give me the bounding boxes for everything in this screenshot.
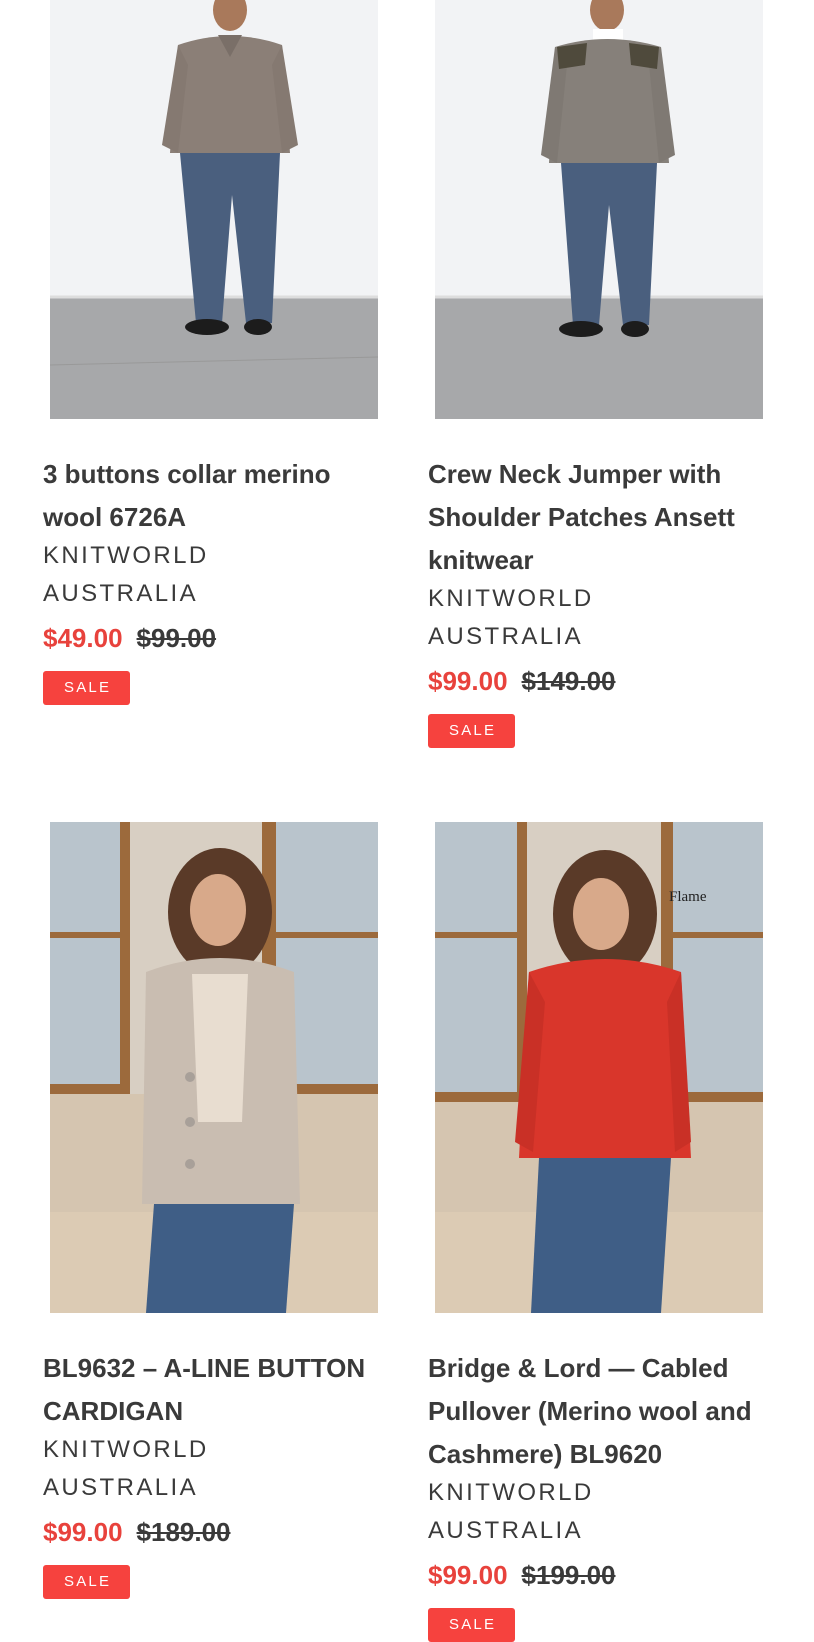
- product-vendor: KNITWORLD AUSTRALIA: [43, 1436, 209, 1501]
- sale-badge: SALE: [43, 671, 131, 705]
- product-card[interactable]: 3 buttons collar merino wool 6726A KNITW…: [43, 0, 383, 705]
- product-title[interactable]: BL9632 – A-LINE BUTTON CARDIGAN: [43, 1347, 383, 1433]
- product-image[interactable]: Flame: [435, 822, 763, 1313]
- sale-badge: SALE: [428, 1608, 516, 1642]
- regular-price: $149.00: [521, 666, 616, 696]
- regular-price: $199.00: [521, 1560, 616, 1590]
- product-image[interactable]: [435, 0, 763, 419]
- product-image[interactable]: [50, 0, 378, 419]
- sale-price: $49.00: [43, 623, 123, 653]
- regular-price: $189.00: [136, 1517, 231, 1547]
- sale-badge: SALE: [43, 1565, 131, 1599]
- sale-price: $99.00: [428, 666, 508, 696]
- product-card[interactable]: Flame Bridge & Lord — Cabled Pullover (M…: [428, 822, 768, 1642]
- regular-price: $99.00: [136, 623, 217, 653]
- product-vendor: KNITWORLD AUSTRALIA: [43, 542, 209, 607]
- product-vendor: KNITWORLD AUSTRALIA: [428, 1479, 594, 1544]
- sale-price: $99.00: [43, 1517, 123, 1547]
- product-prices: $99.00 $199.00: [428, 1560, 768, 1591]
- product-prices: $99.00 $189.00: [43, 1517, 383, 1548]
- product-prices: $49.00 $99.00: [43, 623, 383, 654]
- image-caption: Flame: [669, 889, 707, 905]
- product-image[interactable]: [50, 822, 378, 1313]
- product-card[interactable]: Crew Neck Jumper with Shoulder Patches A…: [428, 0, 768, 748]
- product-card[interactable]: BL9632 – A-LINE BUTTON CARDIGAN KNITWORL…: [43, 822, 383, 1599]
- sale-price: $99.00: [428, 1560, 508, 1590]
- product-title[interactable]: Crew Neck Jumper with Shoulder Patches A…: [428, 453, 768, 582]
- product-title[interactable]: 3 buttons collar merino wool 6726A: [43, 453, 383, 539]
- product-grid: 3 buttons collar merino wool 6726A KNITW…: [0, 0, 814, 1642]
- sale-badge: SALE: [428, 714, 516, 748]
- product-title[interactable]: Bridge & Lord — Cabled Pullover (Merino …: [428, 1347, 768, 1476]
- product-vendor: KNITWORLD AUSTRALIA: [428, 585, 594, 650]
- product-prices: $99.00 $149.00: [428, 666, 768, 697]
